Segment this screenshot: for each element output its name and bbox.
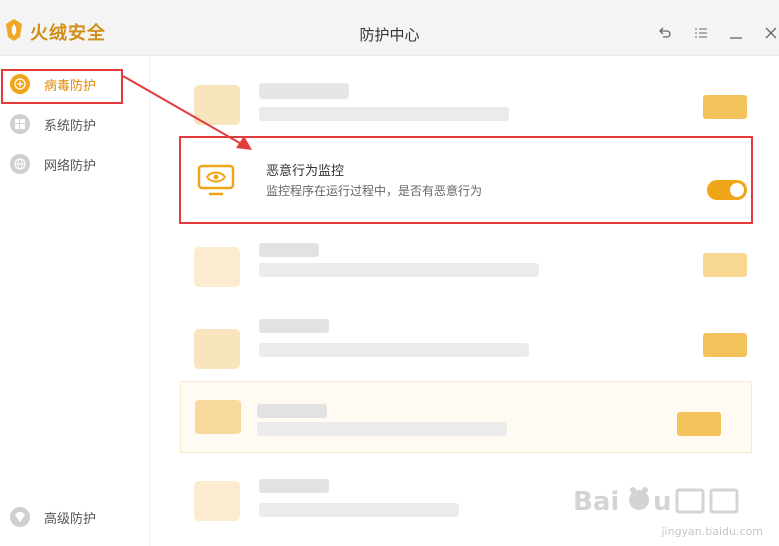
svg-text:u: u [653, 487, 672, 517]
baidu-watermark: Bai u [573, 484, 763, 524]
annotation-arrow [122, 75, 252, 150]
watermark-url: jingyan.baidu.com [661, 525, 763, 538]
svg-text:Bai: Bai [573, 487, 619, 517]
